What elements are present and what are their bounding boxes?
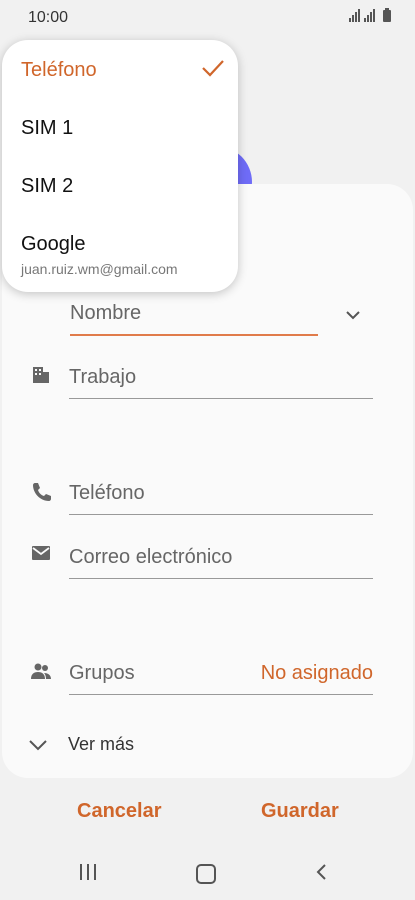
email-placeholder: Correo electrónico	[69, 546, 233, 568]
menu-item-sim2[interactable]: SIM 2	[21, 175, 73, 198]
groups-value: No asignado	[260, 662, 373, 684]
work-placeholder: Trabajo	[69, 366, 137, 388]
recents-icon[interactable]	[80, 864, 96, 880]
work-field[interactable]: Trabajo	[69, 358, 373, 399]
home-icon[interactable]	[196, 864, 216, 884]
chevron-down-icon[interactable]	[344, 306, 362, 324]
signal-icon-2	[364, 9, 375, 22]
save-button[interactable]: Guardar	[261, 800, 339, 823]
check-icon	[202, 60, 224, 77]
google-account-email: juan.ruiz.wm@gmail.com	[21, 261, 178, 277]
name-placeholder: Nombre	[70, 302, 142, 324]
menu-item-telefono[interactable]: Teléfono	[21, 59, 97, 82]
email-field[interactable]: Correo electrónico	[69, 538, 373, 579]
signal-icon	[349, 9, 360, 22]
building-icon	[33, 367, 49, 383]
email-icon	[32, 546, 50, 560]
status-bar: 10:00	[0, 0, 415, 34]
phone-placeholder: Teléfono	[69, 482, 145, 504]
show-more-button[interactable]: Ver más	[28, 734, 134, 755]
phone-field[interactable]: Teléfono	[69, 474, 373, 515]
navigation-bar	[0, 848, 415, 900]
show-more-label: Ver más	[68, 734, 135, 754]
status-time: 10:00	[28, 9, 69, 26]
groups-field[interactable]: Grupos No asignado	[69, 654, 373, 695]
phone-icon	[33, 483, 51, 501]
camera-notch	[172, 0, 242, 30]
account-dropdown-menu: Teléfono SIM 1 SIM 2 Google juan.ruiz.wm…	[2, 40, 238, 292]
group-icon	[31, 663, 51, 679]
groups-label: Grupos	[69, 662, 135, 684]
cancel-button[interactable]: Cancelar	[77, 800, 162, 823]
menu-item-google[interactable]: Google	[21, 233, 86, 256]
chevron-down-icon	[29, 739, 47, 750]
status-icons	[349, 8, 391, 22]
back-icon[interactable]	[314, 862, 328, 882]
battery-icon	[383, 8, 391, 22]
menu-item-sim1[interactable]: SIM 1	[21, 117, 73, 140]
name-field[interactable]: Nombre	[70, 296, 318, 336]
